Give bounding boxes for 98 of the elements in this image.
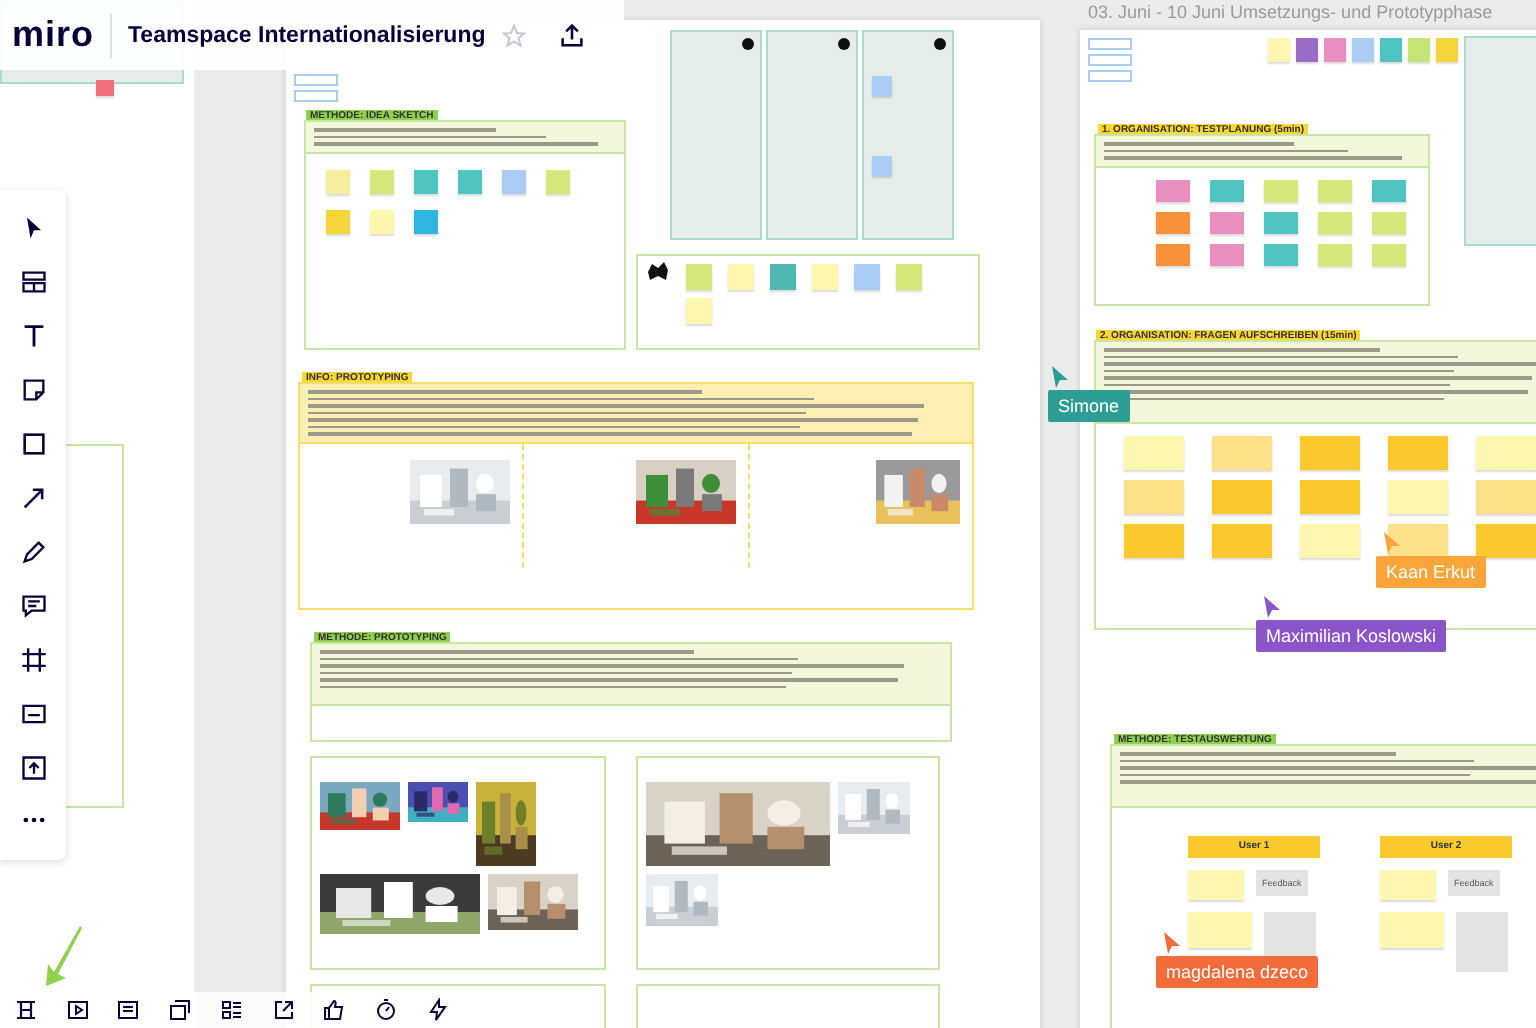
sticky-note[interactable] — [1476, 480, 1536, 514]
sticky-note[interactable] — [770, 264, 796, 290]
feedback-card — [1456, 912, 1508, 972]
input-field[interactable] — [294, 74, 338, 86]
board-title[interactable]: Teamspace Internationalisierung — [128, 23, 486, 47]
sticky-note[interactable] — [1372, 211, 1406, 233]
star-icon[interactable] — [501, 23, 526, 47]
sticky-note[interactable] — [1318, 211, 1352, 233]
input-field[interactable] — [1088, 54, 1132, 66]
sticky-note[interactable] — [1188, 912, 1252, 948]
sticky-note[interactable] — [1380, 38, 1402, 62]
sticky-note[interactable] — [686, 298, 712, 324]
sticky-note[interactable] — [812, 264, 838, 290]
sticky-note[interactable] — [872, 156, 892, 176]
sticky-note[interactable] — [1324, 38, 1346, 62]
cursor-icon — [1264, 596, 1280, 618]
cards-icon[interactable] — [168, 998, 193, 1022]
sticky-note[interactable] — [1476, 524, 1536, 558]
sticky-note[interactable] — [370, 169, 394, 193]
sticky-note[interactable] — [1268, 38, 1290, 62]
square-icon[interactable] — [19, 430, 47, 459]
sticky-note[interactable] — [1210, 179, 1244, 201]
table-icon[interactable] — [13, 998, 38, 1022]
sticky-note[interactable] — [1210, 243, 1244, 265]
comment-icon[interactable] — [19, 591, 47, 620]
sticky-note[interactable] — [326, 209, 350, 233]
cursor-icon — [1164, 932, 1180, 954]
input-field[interactable] — [1088, 38, 1132, 50]
share-icon[interactable] — [557, 21, 586, 49]
sticky-note[interactable] — [1124, 480, 1184, 514]
sticky-note[interactable] — [1212, 480, 1272, 514]
sticky-note[interactable] — [1296, 38, 1318, 62]
arrow-icon — [44, 924, 84, 988]
sticky-note[interactable] — [1210, 211, 1244, 233]
sticky-note[interactable] — [1352, 38, 1374, 62]
sticky-note[interactable] — [502, 169, 526, 193]
card-icon[interactable] — [19, 699, 47, 728]
thumbs-up-icon[interactable] — [322, 998, 347, 1022]
dot-icon — [838, 38, 850, 50]
dot-icon — [742, 38, 754, 50]
sticky-note[interactable] — [1388, 480, 1448, 514]
input-field[interactable] — [1088, 70, 1132, 82]
sticky-note[interactable] — [872, 76, 892, 96]
splash-icon — [646, 262, 670, 282]
sticky-note[interactable] — [1318, 179, 1352, 201]
sticky-note[interactable] — [1300, 436, 1360, 470]
pen-icon[interactable] — [19, 537, 47, 566]
sticky-note[interactable] — [1212, 524, 1272, 558]
sticky-note[interactable] — [1264, 179, 1298, 201]
text-icon[interactable] — [19, 322, 47, 351]
lightning-icon[interactable] — [426, 998, 450, 1022]
cursor-icon — [1052, 366, 1068, 388]
line-arrow-icon[interactable] — [19, 483, 47, 512]
sticky-note[interactable] — [1156, 211, 1190, 233]
sticky-note[interactable] — [1300, 524, 1360, 558]
list-icon[interactable] — [116, 998, 141, 1022]
timer-icon[interactable] — [374, 998, 399, 1022]
sticky-note[interactable] — [1436, 38, 1458, 62]
sticky-note[interactable] — [414, 209, 438, 233]
sticky-note[interactable] — [414, 169, 438, 193]
upload-icon[interactable] — [19, 753, 47, 782]
sticky-note[interactable] — [1124, 524, 1184, 558]
kanban-icon[interactable] — [219, 998, 244, 1022]
sticky-note[interactable] — [1156, 243, 1190, 265]
sticky-note[interactable] — [370, 209, 394, 233]
sticky-note[interactable] — [546, 169, 570, 193]
cursor-icon — [1384, 532, 1400, 554]
sticky-note[interactable] — [1380, 870, 1436, 900]
sticky-note-icon[interactable] — [19, 376, 47, 405]
sticky-note[interactable] — [1300, 480, 1360, 514]
sticky-note[interactable] — [896, 264, 922, 290]
external-link-icon[interactable] — [271, 998, 296, 1022]
sticky-note[interactable] — [1388, 436, 1448, 470]
logo[interactable]: miro — [12, 14, 95, 56]
template-icon[interactable] — [19, 268, 47, 297]
sticky-note[interactable] — [1408, 38, 1430, 62]
sticky-note[interactable] — [1124, 436, 1184, 470]
sticky-note[interactable] — [1380, 912, 1444, 948]
sticky-note[interactable] — [1476, 436, 1536, 470]
sticky-note[interactable] — [1372, 179, 1406, 201]
play-icon[interactable] — [65, 998, 90, 1022]
sticky-note[interactable] — [96, 80, 114, 96]
sticky-note[interactable] — [326, 169, 350, 193]
sticky-note[interactable] — [458, 169, 482, 193]
sticky-note[interactable] — [1318, 243, 1352, 265]
sticky-note[interactable] — [1264, 211, 1298, 233]
dot-icon — [934, 38, 946, 50]
input-field[interactable] — [294, 90, 338, 102]
board-heading: 03. Juni - 10 Juni Umsetzungs- und Prototypphase — [1088, 2, 1493, 22]
sticky-note[interactable] — [1212, 436, 1272, 470]
frame-icon[interactable] — [19, 645, 47, 674]
sticky-note[interactable] — [1156, 179, 1190, 201]
sticky-note[interactable] — [1372, 243, 1406, 265]
sticky-note[interactable] — [686, 264, 712, 290]
sticky-note[interactable] — [1264, 243, 1298, 265]
sticky-note[interactable] — [854, 264, 880, 290]
sticky-note[interactable] — [728, 264, 754, 290]
sticky-note[interactable] — [1188, 870, 1244, 900]
